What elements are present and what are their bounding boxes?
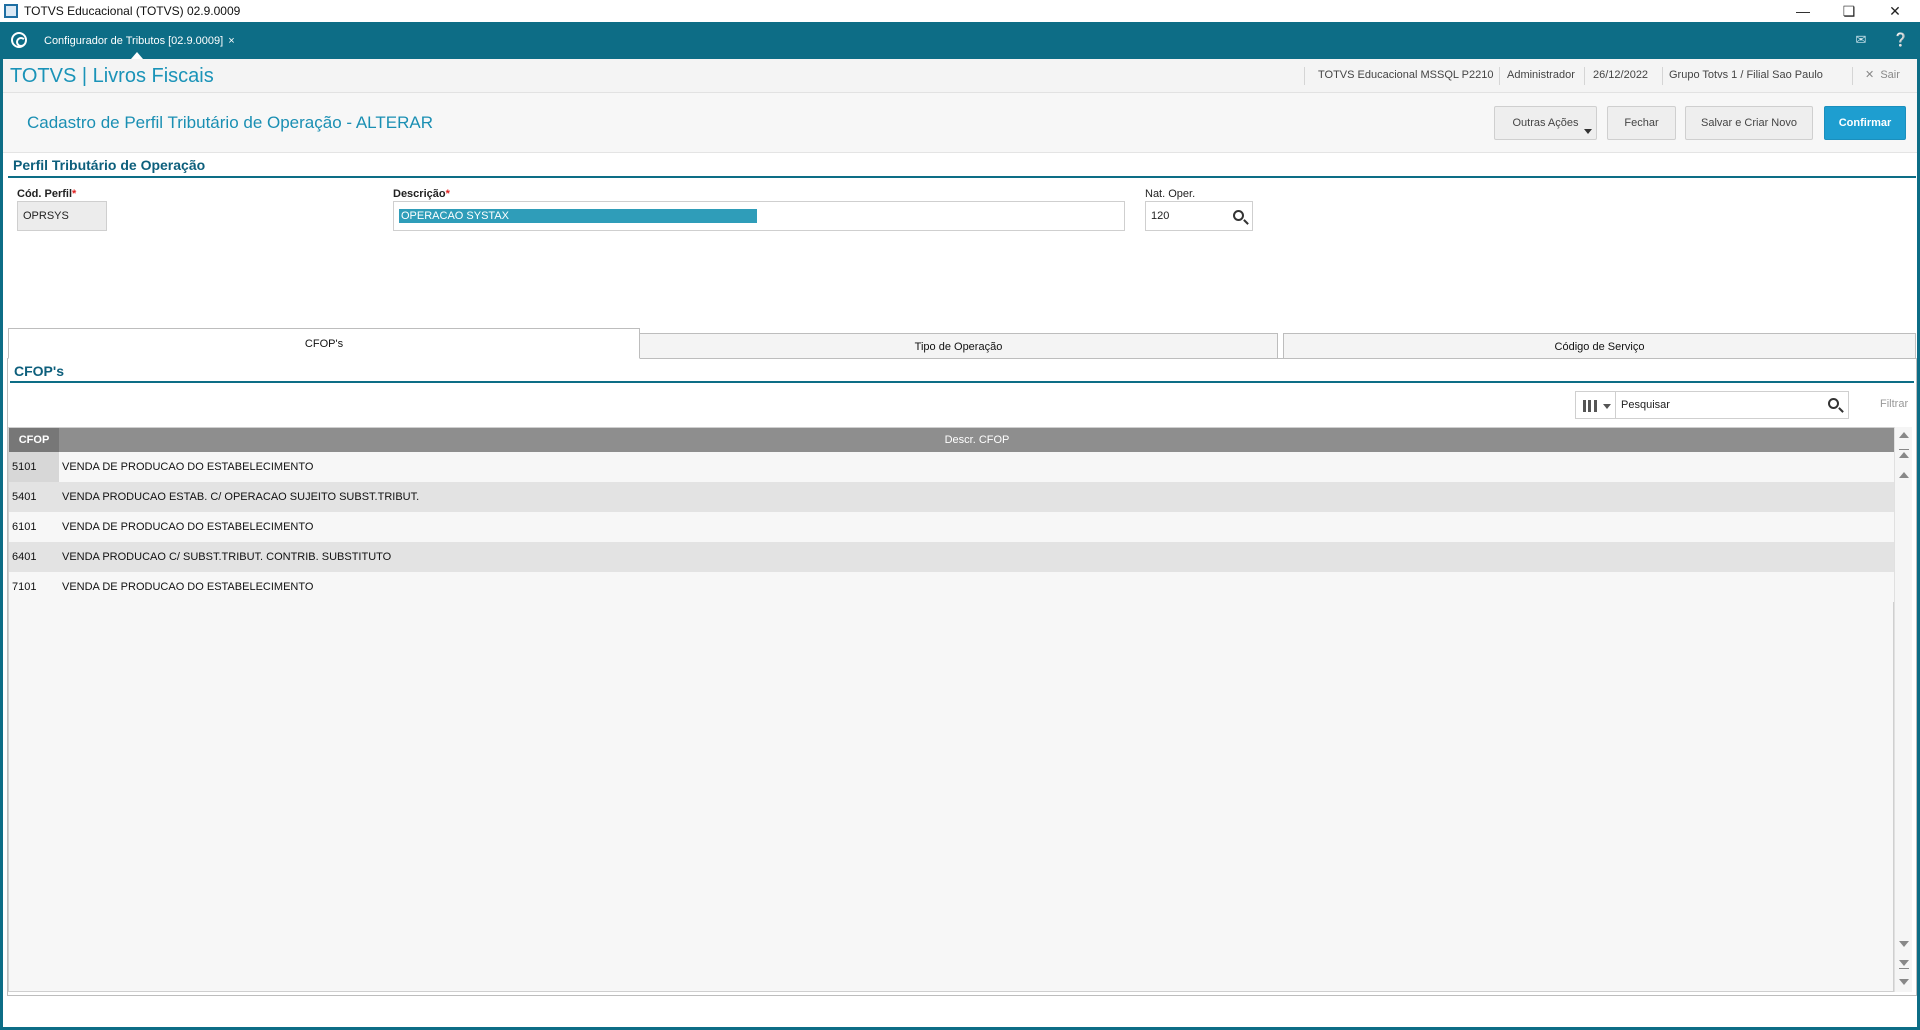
columns-selector[interactable]: [1575, 391, 1615, 419]
grid-header: CFOP Descr. CFOP: [9, 428, 1895, 452]
grid-scrollbar[interactable]: [1894, 427, 1912, 992]
nat-oper-field[interactable]: 120: [1145, 201, 1253, 231]
cell-cfop: 5101: [12, 461, 37, 473]
descricao-field[interactable]: OPERACAO SYSTAX: [393, 201, 1125, 231]
search-icon[interactable]: [1233, 210, 1244, 221]
columns-icon: [1583, 400, 1597, 412]
table-row[interactable]: 5401 VENDA PRODUCAO ESTAB. C/ OPERACAO S…: [9, 482, 1895, 512]
table-row[interactable]: 5101 VENDA DE PRODUCAO DO ESTABELECIMENT…: [9, 452, 1895, 482]
cell-descr: VENDA PRODUCAO ESTAB. C/ OPERACAO SUJEIT…: [62, 491, 420, 503]
search-icon[interactable]: [1828, 398, 1839, 409]
tab-cfops[interactable]: CFOP's: [8, 328, 640, 359]
tab-tipo-operacao[interactable]: Tipo de Operação: [639, 333, 1278, 359]
scroll-top-icon[interactable]: [1899, 449, 1909, 450]
section-divider: [8, 176, 1916, 178]
window-title: TOTVS Educacional (TOTVS) 02.9.0009: [24, 4, 241, 18]
cell-cfop: 6401: [12, 551, 37, 563]
search-input[interactable]: [1615, 391, 1849, 419]
section-divider: [10, 381, 1914, 383]
section-title-cfops: CFOP's: [14, 363, 65, 379]
cell-descr: VENDA DE PRODUCAO DO ESTABELECIMENTO: [62, 521, 314, 533]
minimize-button[interactable]: —: [1780, 0, 1826, 22]
cod-perfil-value: OPRSYS: [23, 210, 69, 222]
cell-cfop: 5401: [12, 491, 37, 503]
table-row[interactable]: 6101 VENDA DE PRODUCAO DO ESTABELECIMENT…: [9, 512, 1895, 542]
cod-perfil-label: Cód. Perfil*: [17, 188, 77, 200]
nat-oper-label: Nat. Oper.: [1145, 188, 1196, 200]
scroll-bottom-icon[interactable]: [1899, 968, 1909, 969]
section-title-profile: Perfil Tributário de Operação: [13, 157, 206, 173]
restore-button[interactable]: ❏: [1826, 0, 1872, 22]
cell-cfop: 6101: [12, 521, 37, 533]
cell-descr: VENDA DE PRODUCAO DO ESTABELECIMENTO: [62, 581, 314, 593]
app-icon: [4, 4, 18, 18]
table-row[interactable]: 7101 VENDA DE PRODUCAO DO ESTABELECIMENT…: [9, 572, 1895, 602]
nat-oper-value: 120: [1151, 210, 1170, 222]
filter-link[interactable]: Filtrar: [1880, 398, 1908, 410]
scroll-bottom-icon[interactable]: [1899, 960, 1909, 966]
descricao-value: OPERACAO SYSTAX: [399, 209, 757, 223]
cell-descr: VENDA DE PRODUCAO DO ESTABELECIMENTO: [62, 461, 314, 473]
column-header-cfop[interactable]: CFOP: [9, 428, 59, 452]
descricao-label: Descrição*: [393, 188, 450, 200]
cod-perfil-field[interactable]: OPRSYS: [17, 201, 107, 231]
scroll-down-icon[interactable]: [1899, 979, 1909, 985]
column-header-descr[interactable]: Descr. CFOP: [59, 428, 1895, 452]
cfop-grid: CFOP Descr. CFOP 5101 VENDA DE PRODUCAO …: [8, 427, 1895, 992]
window-close-button[interactable]: ✕: [1872, 0, 1918, 22]
chevron-down-icon: [1603, 404, 1611, 409]
cell-cfop: 7101: [12, 581, 37, 593]
window-titlebar: TOTVS Educacional (TOTVS) 02.9.0009: [0, 0, 1920, 22]
scroll-page-down-icon[interactable]: [1899, 941, 1909, 947]
scroll-up-icon[interactable]: [1899, 432, 1909, 438]
tab-codigo-servico[interactable]: Código de Serviço: [1283, 333, 1916, 359]
scroll-top-icon[interactable]: [1899, 452, 1909, 458]
table-row[interactable]: 6401 VENDA PRODUCAO C/ SUBST.TRIBUT. CON…: [9, 542, 1895, 572]
cell-descr: VENDA PRODUCAO C/ SUBST.TRIBUT. CONTRIB.…: [62, 551, 392, 563]
scroll-page-up-icon[interactable]: [1899, 472, 1909, 478]
